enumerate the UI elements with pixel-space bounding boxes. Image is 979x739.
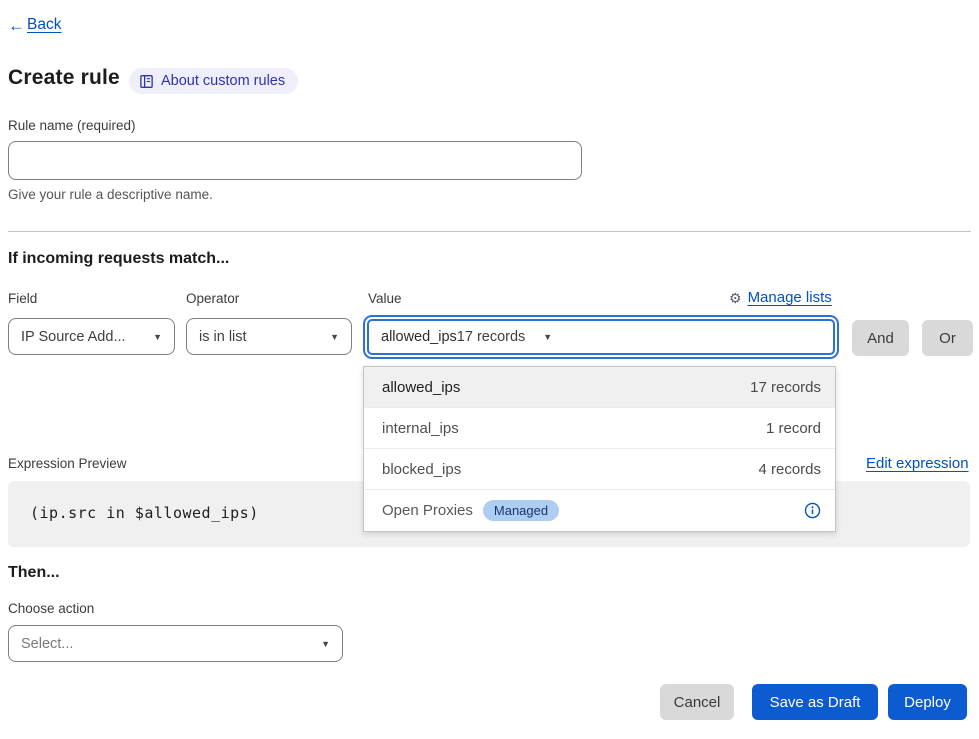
about-custom-rules-link[interactable]: About custom rules [129,68,298,94]
option-count: 17 records [750,379,821,396]
or-button[interactable]: Or [922,320,973,356]
option-count: 4 records [758,461,821,478]
value-select-name: allowed_ips [381,329,457,345]
expression-code: (ip.src in $allowed_ips) [30,504,259,522]
dropdown-option-internal-ips[interactable]: internal_ips 1 record [364,408,835,449]
value-select[interactable]: allowed_ips 17 records ▼ [367,319,835,355]
value-dropdown-panel: allowed_ips 17 records internal_ips 1 re… [363,366,836,532]
dropdown-option-blocked-ips[interactable]: blocked_ips 4 records [364,449,835,490]
option-name: Open Proxies [382,502,473,519]
managed-badge: Managed [483,500,559,521]
chevron-down-icon: ▼ [330,332,339,342]
chevron-down-icon: ▼ [153,332,162,342]
action-select-placeholder: Select... [21,636,313,652]
option-name: internal_ips [382,420,459,437]
match-section-heading: If incoming requests match... [8,250,229,268]
operator-label: Operator [186,291,239,306]
page-title: Create rule [8,66,120,90]
section-divider [8,231,971,232]
operator-select[interactable]: is in list ▼ [186,318,352,355]
rule-name-label: Rule name (required) [8,118,136,133]
action-select[interactable]: Select... ▼ [8,625,343,662]
field-select[interactable]: IP Source Add... ▼ [8,318,175,355]
save-as-draft-button[interactable]: Save as Draft [752,684,878,720]
option-name: allowed_ips [382,379,460,396]
manage-lists-link[interactable]: ⚙ Manage lists [729,289,832,306]
value-select-count: 17 records [457,329,526,345]
and-button[interactable]: And [852,320,909,356]
operator-select-value: is in list [199,329,322,345]
edit-expression-link[interactable]: Edit expression [866,455,969,472]
back-label: Back [27,16,61,34]
option-name: blocked_ips [382,461,461,478]
dropdown-option-allowed-ips[interactable]: allowed_ips 17 records [364,367,835,408]
chevron-down-icon: ▼ [321,639,330,649]
book-icon [139,74,154,89]
choose-action-label: Choose action [8,601,94,616]
cancel-button[interactable]: Cancel [660,684,734,720]
rule-name-input[interactable] [8,141,582,180]
chevron-down-icon: ▼ [543,332,552,342]
back-link[interactable]: ←Back [8,16,61,34]
rule-name-helper-text: Give your rule a descriptive name. [8,187,213,202]
field-label: Field [8,291,37,306]
edit-expression-label: Edit expression [866,455,969,472]
gear-icon: ⚙ [729,291,742,305]
manage-lists-label: Manage lists [748,289,832,306]
about-custom-rules-label: About custom rules [161,73,285,89]
dropdown-option-open-proxies[interactable]: Open Proxies Managed [364,490,835,531]
field-select-value: IP Source Add... [21,329,145,345]
value-label: Value [368,291,402,306]
then-section-heading: Then... [8,564,60,582]
create-rule-page: ←Back Create rule About custom rules Rul… [0,0,979,739]
back-arrow-icon: ← [8,17,25,34]
option-count: 1 record [766,420,821,437]
info-icon[interactable] [804,502,821,519]
expression-preview-label: Expression Preview [8,456,127,471]
deploy-button[interactable]: Deploy [888,684,967,720]
